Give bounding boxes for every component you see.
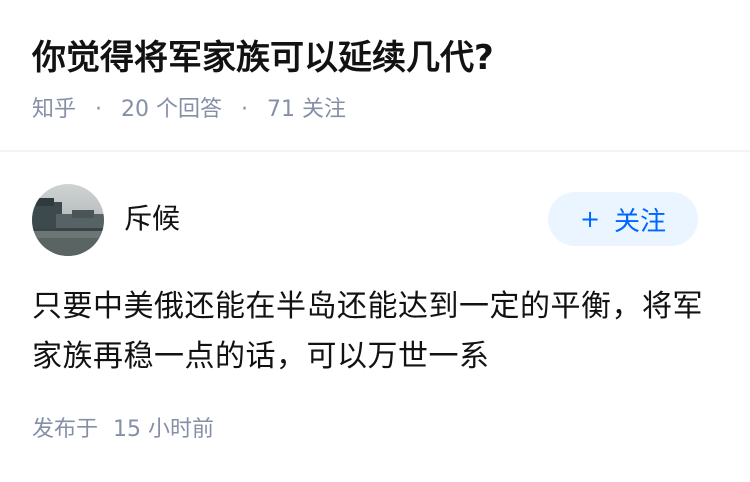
answer-card-page: 你觉得将军家族可以延续几代? 知乎 · 20 个回答 · 71 关注 斥候 + …	[0, 0, 750, 482]
divider	[0, 150, 750, 152]
avatar-landscape-icon	[32, 184, 104, 256]
follow-count: 71 关注	[267, 97, 347, 122]
plus-icon: +	[579, 205, 601, 233]
answer-text[interactable]: 只要中美俄还能在半岛还能达到一定的平衡，将军家族再稳一点的话，可以万世一系	[32, 282, 722, 382]
posted-time-value: 15 小时前	[113, 417, 215, 442]
avatar[interactable]	[32, 184, 104, 256]
source-label[interactable]: 知乎	[32, 97, 76, 122]
posted-time: 发布于 15 小时前	[32, 414, 214, 446]
question-title[interactable]: 你觉得将军家族可以延续几代?	[32, 34, 494, 82]
answer-count[interactable]: 20 个回答	[121, 97, 222, 122]
posted-label: 发布于	[32, 417, 99, 442]
follow-button[interactable]: + 关注	[548, 192, 698, 246]
meta-separator: ·	[95, 97, 103, 122]
follow-button-label: 关注	[614, 206, 667, 237]
meta-separator: ·	[241, 97, 249, 122]
author-name[interactable]: 斥候	[124, 199, 180, 239]
question-meta: 知乎 · 20 个回答 · 71 关注	[32, 94, 346, 126]
